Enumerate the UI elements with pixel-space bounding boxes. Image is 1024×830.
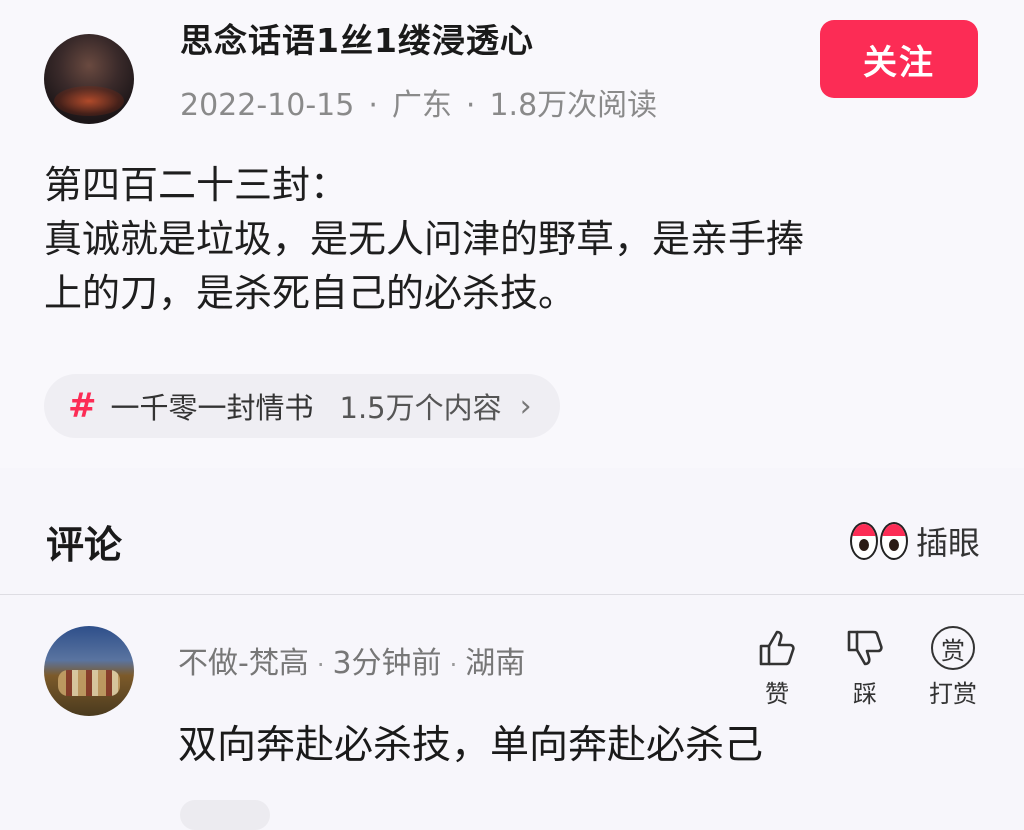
like-button[interactable]: 赞 [742,626,812,709]
comment-item: 不做-梵高 · 3分钟前 · 湖南 双向奔赴必杀技，单向奔赴必杀己 赞 踩 赏 打赏 [0,600,1024,814]
divider [0,594,1024,595]
topic-chip[interactable]: # 一千零一封情书 1.5万个内容 › [44,374,560,438]
topic-name: 一千零一封情书 [110,391,314,425]
post-text-line: 第四百二十三封： [44,163,349,207]
reward-label: 打赏 [929,680,977,708]
post-card: 思念话语1丝1缕浸透心 2022-10-15 · 广东 · 1.8万次阅读 关注 第四百… [0,0,1024,468]
comment-text: 双向奔赴必杀技，单向奔赴必杀己 [178,723,764,768]
author-name[interactable]: 思念话语1丝1缕浸透心 [180,14,534,62]
topic-count: 1.5万个内容 [339,391,502,425]
post-reads: 1.8万次阅读 [489,88,658,123]
comments-header: 评论 插眼 [0,492,1024,592]
commenter-avatar[interactable] [44,626,134,716]
post-body: 第四百二十三封： 真诚就是垃圾，是无人问津的野草，是亲手捧 上的刀，是杀死自己的… [44,158,984,320]
thumbs-up-icon [759,630,795,666]
post-location: 广东 [391,88,452,123]
reward-button[interactable]: 赏 打赏 [918,626,988,709]
like-label: 赞 [765,680,789,708]
insert-eye-label: 插眼 [916,524,981,562]
meta-separator: · [316,651,325,679]
commenter-name[interactable]: 不做-梵高 [178,646,309,681]
post-date: 2022-10-15 [180,88,355,123]
comment-location: 湖南 [465,646,526,681]
author-avatar[interactable] [44,34,134,124]
comment-meta: 不做-梵高 · 3分钟前 · 湖南 [178,638,525,682]
post-text-line: 上的刀，是杀死自己的必杀技。 [44,271,577,315]
comments-title: 评论 [46,523,123,567]
comment-time: 3分钟前 [332,646,442,681]
eyes-icon [850,522,908,560]
chevron-right-icon: › [519,388,532,424]
hashtag-icon: # [68,386,97,426]
reply-pill[interactable] [180,800,270,830]
post-meta: 2022-10-15 · 广东 · 1.8万次阅读 [180,80,657,124]
meta-separator: · [465,88,476,123]
thumbs-down-icon [847,630,883,666]
insert-eye-button[interactable]: 插眼 [850,518,980,564]
dislike-label: 踩 [853,680,877,708]
follow-button[interactable]: 关注 [820,20,978,98]
post-text-line: 真诚就是垃圾，是无人问津的野草，是亲手捧 [44,217,805,261]
meta-separator: · [449,651,458,679]
meta-separator: · [368,88,378,123]
dislike-button[interactable]: 踩 [830,626,900,709]
reward-icon: 赏 [931,626,975,670]
